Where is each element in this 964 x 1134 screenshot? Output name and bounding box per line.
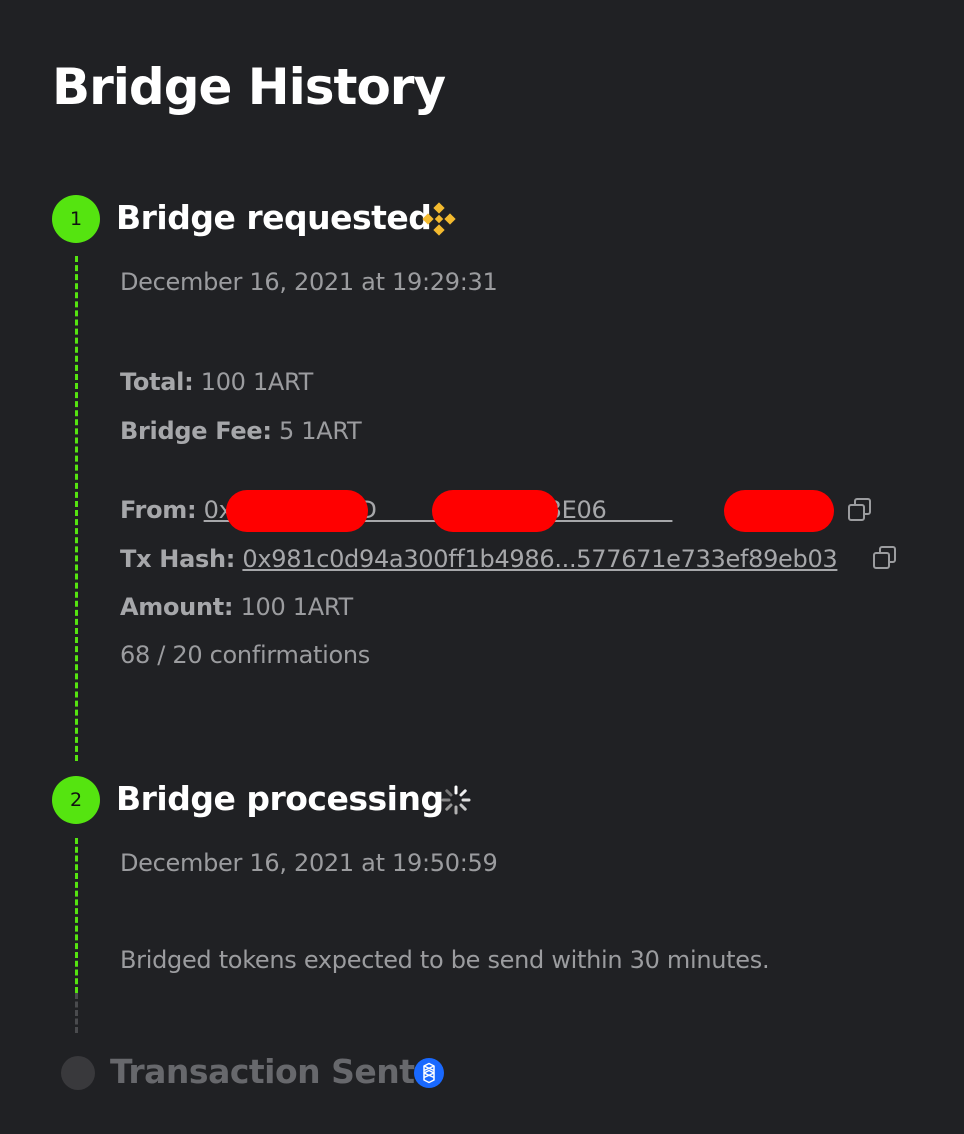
copy-icon[interactable] xyxy=(872,545,898,571)
step-1-timestamp: December 16, 2021 at 19:29:31 xyxy=(120,268,498,296)
bridge-fee-row: Bridge Fee: 5 1ART xyxy=(120,417,362,445)
step-1-title: Bridge requested xyxy=(116,198,432,237)
timeline-connector-2 xyxy=(75,838,78,993)
total-row: Total: 100 1ART xyxy=(120,368,313,396)
step-3-title: Transaction Sent xyxy=(110,1052,415,1091)
step-2-marker: 2 xyxy=(52,776,100,824)
redaction-mark xyxy=(432,490,558,532)
bridge-fee-label: Bridge Fee: xyxy=(120,417,272,445)
step-2-note: Bridged tokens expected to be send withi… xyxy=(120,946,770,974)
tx-hash-row: Tx Hash: 0x981c0d94a300ff1b4986...577671… xyxy=(120,545,838,573)
amount-value: 100 1ART xyxy=(240,593,354,621)
bridge-history-panel: Bridge History 1 Bridge requested Decemb… xyxy=(0,0,964,1134)
from-row: From: 0x 7898D C2192c93E06 xyxy=(120,496,672,524)
tx-hash-link[interactable]: 0x981c0d94a300ff1b4986...577671e733ef89e… xyxy=(242,545,837,573)
tx-hash-label: Tx Hash: xyxy=(120,545,236,573)
copy-icon[interactable] xyxy=(847,497,873,523)
total-value: 100 1ART xyxy=(200,368,314,396)
timeline-connector-3 xyxy=(75,993,78,1033)
fantom-logo-icon xyxy=(414,1058,444,1088)
loading-spinner-icon xyxy=(441,785,471,815)
redaction-mark xyxy=(724,490,834,532)
binance-logo-icon xyxy=(422,202,456,236)
confirmations-count: 68 / 20 confirmations xyxy=(120,641,370,669)
amount-label: Amount: xyxy=(120,593,234,621)
step-1-marker: 1 xyxy=(52,195,100,243)
from-label: From: xyxy=(120,496,197,524)
step-2-timestamp: December 16, 2021 at 19:50:59 xyxy=(120,849,498,877)
redaction-mark xyxy=(226,490,368,532)
step-2-title: Bridge processing xyxy=(116,779,444,818)
total-label: Total: xyxy=(120,368,194,396)
bridge-fee-value: 5 1ART xyxy=(278,417,362,445)
step-3-marker xyxy=(61,1056,95,1090)
page-title: Bridge History xyxy=(52,58,446,116)
timeline-connector-1 xyxy=(75,256,78,761)
amount-row: Amount: 100 1ART xyxy=(120,593,353,621)
